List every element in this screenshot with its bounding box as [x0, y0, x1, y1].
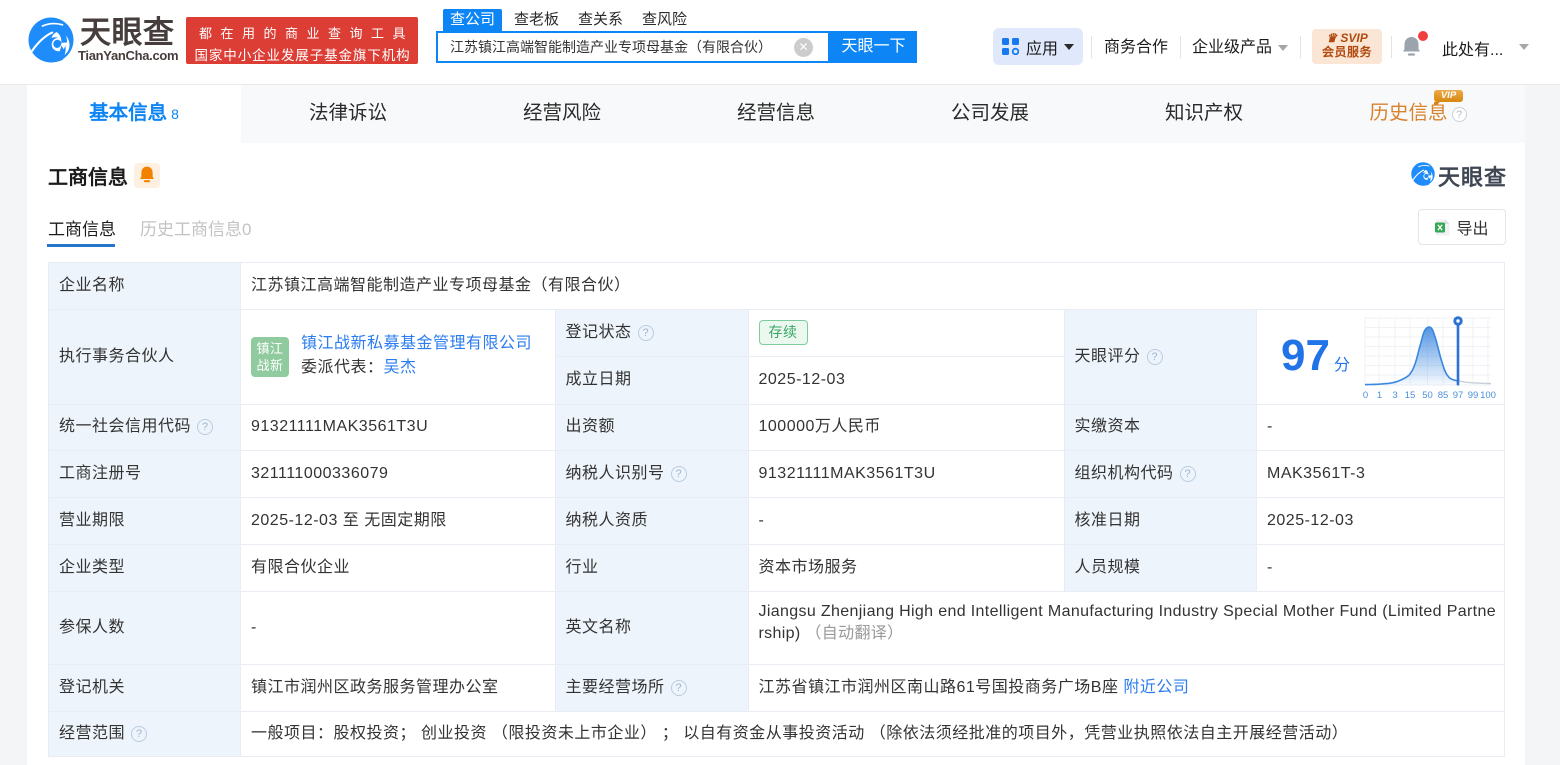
- svg-text:100: 100: [1480, 390, 1496, 400]
- svg-text:0: 0: [1363, 390, 1368, 400]
- svg-text:1: 1: [1377, 390, 1382, 400]
- svg-text:85: 85: [1438, 390, 1449, 400]
- svg-text:3: 3: [1392, 390, 1397, 400]
- svg-text:97: 97: [1453, 390, 1464, 400]
- svg-text:99: 99: [1468, 390, 1479, 400]
- svg-text:15: 15: [1405, 390, 1416, 400]
- svg-text:50: 50: [1422, 390, 1433, 400]
